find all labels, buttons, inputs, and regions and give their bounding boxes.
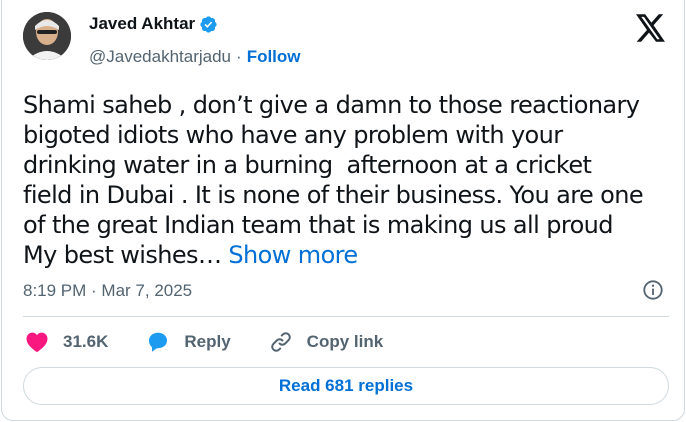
divider	[23, 316, 669, 317]
avatar-image	[23, 12, 71, 60]
reply-button[interactable]: Reply	[146, 331, 231, 353]
follow-button[interactable]: Follow	[247, 47, 301, 67]
avatar[interactable]	[23, 12, 71, 60]
author-handle-row: @Javedakhtarjadu · Follow	[89, 47, 301, 67]
reply-bubble-icon	[149, 332, 168, 352]
x-logo-icon[interactable]	[636, 14, 666, 42]
tweet-text: Shami saheb , don’t give a damn to those…	[23, 90, 653, 270]
like-count: 31.6K	[63, 332, 109, 351]
action-bar: 31.6K Reply Copy link	[25, 327, 421, 357]
tweet-timestamp[interactable]: 8:19 PM · Mar 7, 2025	[23, 281, 192, 301]
read-replies-button[interactable]: Read 681 replies	[23, 367, 669, 405]
author-handle[interactable]: @Javedakhtarjadu	[89, 47, 231, 67]
author-name-row: Javed Akhtar	[89, 14, 218, 34]
copy-link-button[interactable]: Copy link	[269, 330, 384, 354]
separator-dot: ·	[236, 47, 242, 66]
like-button[interactable]: 31.6K	[25, 331, 108, 353]
reply-label: Reply	[184, 332, 231, 351]
show-more-link[interactable]: Show more	[228, 241, 358, 269]
author-name[interactable]: Javed Akhtar	[89, 14, 195, 34]
copy-link-label: Copy link	[306, 332, 384, 351]
link-icon	[270, 332, 291, 352]
verified-badge-icon	[200, 15, 217, 33]
info-icon[interactable]	[642, 279, 664, 301]
heart-icon	[26, 332, 48, 353]
